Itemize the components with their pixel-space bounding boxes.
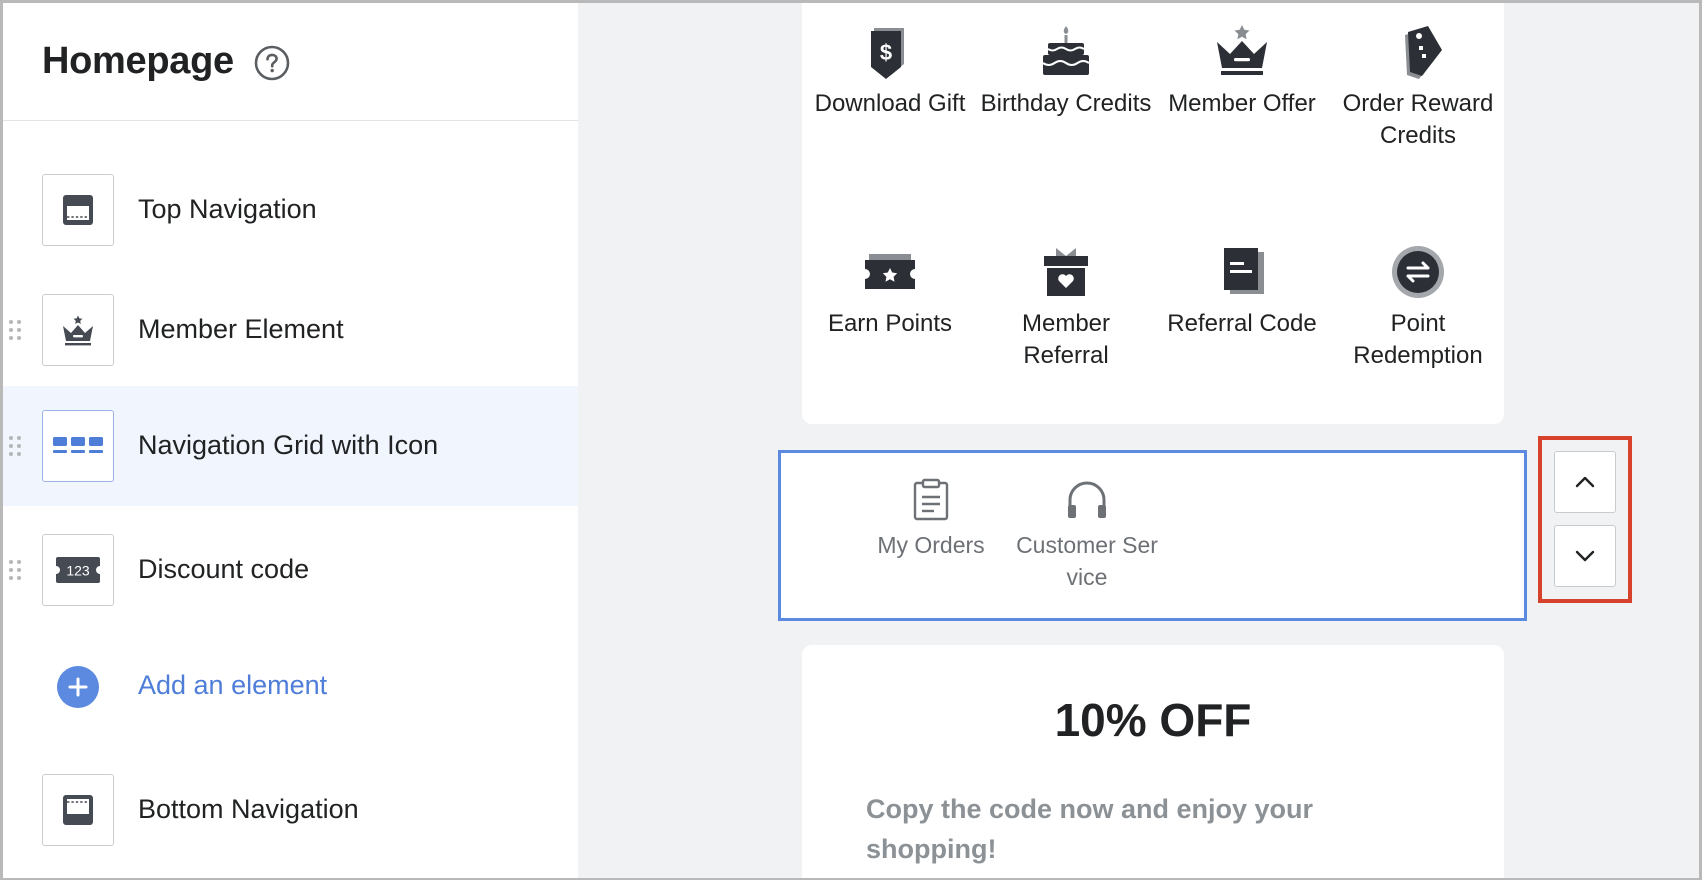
bottom-navigation-icon [63,795,93,825]
top-navigation-icon [63,195,93,225]
grid-item-label: Download Gift [814,90,966,117]
move-controls [1538,436,1632,603]
element-icon-box [42,294,114,366]
drag-handle-icon[interactable] [8,434,22,458]
grid-item-label: Referral Code [1167,310,1317,337]
price-tag-icon [1405,26,1442,79]
element-icon-box [42,774,114,846]
grid-item-label: Order Reward Credits [1342,90,1494,149]
grid-item-my-orders[interactable]: My Orders [851,477,1011,561]
drag-handle-icon[interactable] [8,558,22,582]
preview-canvas: $ Download Gift Birthday Credits Member … [578,0,1702,880]
svg-text:$: $ [880,40,892,65]
sidebar-header: Homepage [0,0,578,121]
grid-item-label: Customer Ser vice [1016,532,1158,590]
element-row-navigation-grid[interactable]: Navigation Grid with Icon [0,386,578,506]
discount-card[interactable]: 10% OFF Copy the code now and enjoy your… [802,645,1504,880]
grid-item-order-reward-credits[interactable]: Order Reward Credits [1330,22,1506,152]
grid-item-label: Birthday Credits [980,90,1152,117]
element-label: Top Navigation [138,194,317,224]
grid-item-member-referral[interactable]: Member Referral [978,242,1154,372]
page-title: Homepage [42,40,234,82]
element-label: Member Element [138,314,344,344]
element-row-top-navigation[interactable]: Top Navigation [0,150,578,270]
grid-item-label: My Orders [877,532,985,558]
add-element-button[interactable] [57,666,99,708]
ticket-123-icon: 123 [56,557,100,583]
discount-title: 10% OFF [1054,694,1252,746]
question-circle-icon[interactable] [254,45,290,81]
grid-item-earn-points[interactable]: Earn Points [802,242,978,340]
move-down-button[interactable] [1554,525,1616,587]
element-label: Discount code [138,554,310,584]
grid-icon [53,437,103,453]
chevron-up-icon [1575,476,1595,488]
grid-item-point-redemption[interactable]: Point Redemption [1330,242,1506,372]
grid-item-label: Earn Points [827,310,953,337]
element-row-bottom-navigation[interactable]: Bottom Navigation [0,750,578,870]
element-row-member-element[interactable]: Member Element [0,270,578,390]
grid-item-label: Member Referral [1021,310,1111,369]
plus-icon [68,677,88,697]
star-ticket-icon [865,254,915,289]
grid-item-referral-code[interactable]: Referral Code [1154,242,1330,340]
headphones-icon [1068,481,1106,518]
selected-navigation-block[interactable]: My Orders Customer Ser vice [778,450,1527,621]
grid-item-download-gift[interactable]: $ Download Gift [802,22,978,120]
element-label: Bottom Navigation [138,794,359,824]
grid-item-customer-service[interactable]: Customer Ser vice [1007,477,1167,593]
drag-handle-icon[interactable] [8,318,22,342]
svg-text:123: 123 [66,563,90,579]
grid-item-member-offer[interactable]: Member Offer [1154,22,1330,120]
element-icon-box: 123 [42,534,114,606]
move-up-button[interactable] [1554,451,1616,513]
element-icon-box [42,410,114,482]
chevron-down-icon [1575,550,1595,562]
document-icon [1224,248,1264,294]
discount-description: Copy the code now and enjoy your shoppin… [866,794,1314,864]
clipboard-icon [913,478,949,521]
dollar-tag-icon: $ [871,28,904,79]
crown-icon [63,315,93,346]
add-element-link[interactable]: Add an element [138,670,327,701]
grid-item-label: Member Offer [1168,90,1316,117]
grid-item-birthday-credits[interactable]: Birthday Credits [978,22,1154,120]
exchange-icon [1392,246,1444,298]
navigation-grid-card[interactable]: $ Download Gift Birthday Credits Member … [802,0,1504,424]
element-icon-box [42,174,114,246]
element-label: Navigation Grid with Icon [138,430,439,460]
crown-icon [1217,25,1267,75]
grid-item-label: Point Redemption [1353,310,1483,369]
element-row-discount-code[interactable]: 123 Discount code [0,510,578,630]
cake-icon [1042,26,1090,75]
gift-heart-icon [1044,248,1088,296]
element-sidebar: Homepage Top Navigation Member Element N… [0,0,578,880]
